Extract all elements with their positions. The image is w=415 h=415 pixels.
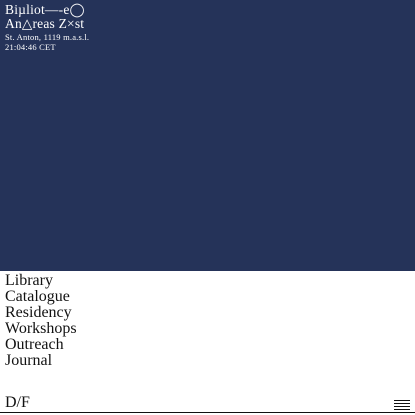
brand-clock: 21:04:46 CET (5, 42, 56, 52)
footer-bar: D/F (0, 392, 415, 415)
hamburger-menu-icon[interactable] (394, 400, 410, 411)
page: Biµliot—-e◯ An△reas Z×st St. Anton, 1119… (0, 0, 415, 415)
nav-item-catalogue[interactable]: Catalogue (5, 289, 77, 305)
nav-item-residency[interactable]: Residency (5, 305, 77, 321)
menu-line (394, 400, 410, 401)
menu-line (394, 409, 410, 410)
nav-item-library[interactable]: Library (5, 273, 77, 289)
menu-line (394, 406, 410, 407)
footer-logo[interactable]: D/F (5, 394, 30, 412)
site-brand[interactable]: Biµliot—-e◯ An△reas Z×st St. Anton, 1119… (5, 3, 90, 53)
brand-title-line-1[interactable]: Biµliot—-e◯ (5, 3, 89, 17)
hero-panel: Biµliot—-e◯ An△reas Z×st St. Anton, 1119… (0, 0, 415, 271)
nav-item-outreach[interactable]: Outreach (5, 337, 77, 353)
footer-divider (0, 412, 415, 413)
nav-item-journal[interactable]: Journal (5, 353, 77, 369)
nav-item-workshops[interactable]: Workshops (5, 321, 77, 337)
menu-line (394, 403, 410, 404)
brand-title-line-2[interactable]: An△reas Z×st (5, 17, 89, 31)
main-navigation: Library Catalogue Residency Workshops Ou… (5, 271, 77, 369)
brand-location: St. Anton, 1119 m.a.s.l. (5, 32, 90, 42)
